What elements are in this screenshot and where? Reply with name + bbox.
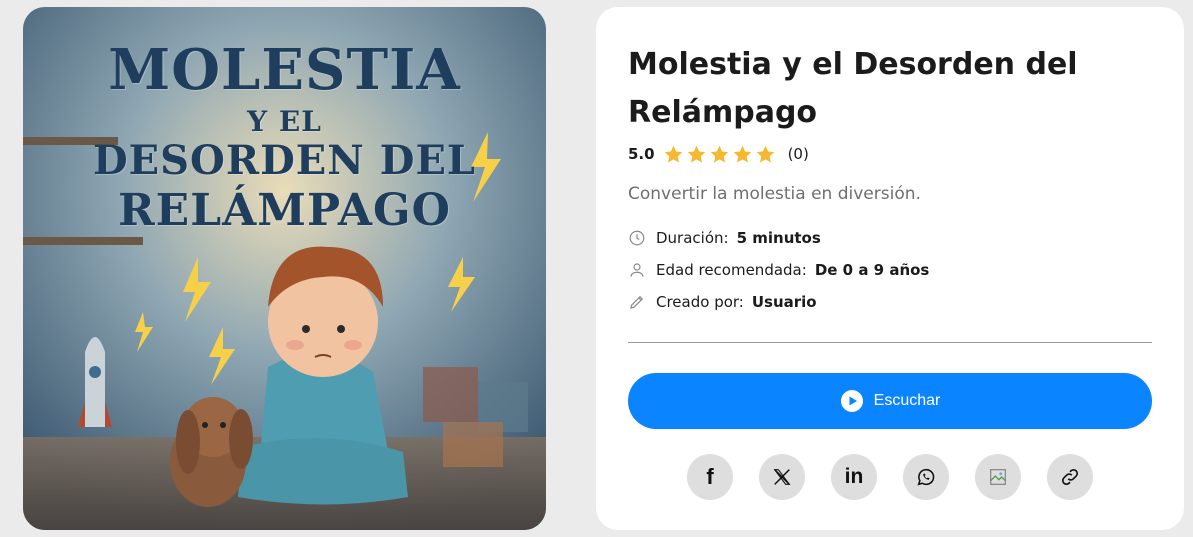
star-icon[interactable] <box>686 144 707 165</box>
cover-title-line: RELÁMPAGO <box>118 185 451 236</box>
share-linkedin-button[interactable]: in <box>831 454 877 500</box>
pencil-icon <box>630 295 644 309</box>
user-icon <box>630 263 644 277</box>
share-whatsapp-button[interactable] <box>903 454 949 500</box>
play-icon <box>840 390 863 412</box>
linkedin-icon: in <box>844 465 864 488</box>
star-rating[interactable] <box>663 144 778 165</box>
star-icon[interactable] <box>709 144 730 165</box>
duration-row: Duración: 5 minutos <box>628 227 821 249</box>
link-icon <box>1061 468 1079 486</box>
duration-value: 5 minutos <box>736 229 821 247</box>
story-cover-image: MOLESTIA Y EL DESORDEN DEL RELÁMPAGO <box>23 7 546 530</box>
copy-link-button[interactable] <box>1047 454 1093 500</box>
share-x-button[interactable] <box>759 454 805 500</box>
rating-value: 5.0 <box>628 145 655 163</box>
creator-value: Usuario <box>751 293 817 311</box>
facebook-icon: f <box>706 464 714 489</box>
star-icon[interactable] <box>755 144 776 165</box>
star-icon[interactable] <box>663 144 684 165</box>
story-info-panel: Molestia y el Desorden del Relámpago 5.0… <box>596 7 1184 530</box>
cover-title-line: DESORDEN DEL <box>92 137 477 184</box>
story-subtitle: Convertir la molestia en diversión. <box>628 184 921 204</box>
share-facebook-button[interactable]: f <box>687 454 733 500</box>
cover-title-line: MOLESTIA <box>108 37 461 103</box>
age-label: Edad recomendada: <box>656 261 807 279</box>
creator-label: Creado por: <box>656 293 744 311</box>
rating-row: 5.0 (0) <box>628 143 809 165</box>
rating-count: (0) <box>787 145 809 163</box>
divider <box>628 342 1152 343</box>
age-row: Edad recomendada: De 0 a 9 años <box>628 259 929 281</box>
share-image-button[interactable] <box>975 454 1021 500</box>
share-buttons: f in <box>687 454 1093 500</box>
cover-title-line: Y EL <box>247 105 322 138</box>
creator-row: Creado por: Usuario <box>628 291 817 313</box>
clock-icon <box>629 230 645 246</box>
listen-label: Escuchar <box>873 392 941 409</box>
story-title: Molestia y el Desorden del Relámpago <box>628 47 1078 130</box>
x-icon <box>773 469 791 485</box>
star-icon[interactable] <box>732 144 753 165</box>
age-value: De 0 a 9 años <box>814 261 930 279</box>
whatsapp-icon <box>917 468 935 486</box>
broken-image-icon <box>990 469 1006 485</box>
listen-button[interactable]: Escuchar <box>628 373 1152 429</box>
duration-label: Duración: <box>656 229 729 247</box>
